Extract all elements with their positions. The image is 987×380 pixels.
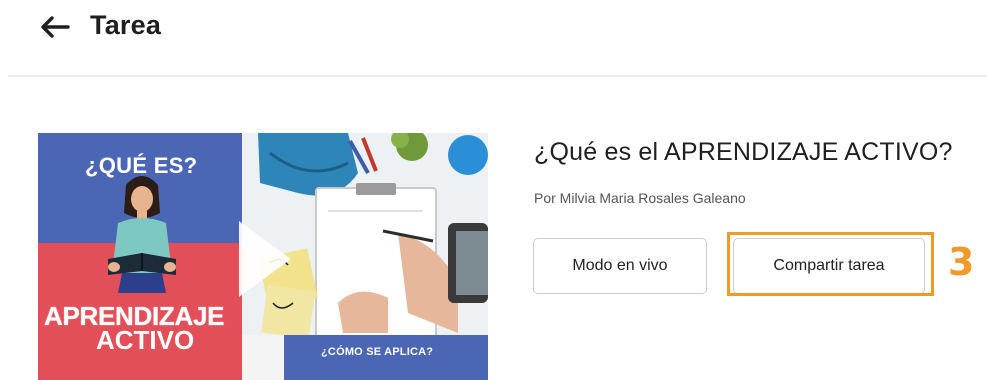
- live-mode-button[interactable]: Modo en vivo: [533, 238, 707, 294]
- arrow-left-icon: [41, 16, 70, 38]
- page-header: Tarea: [0, 0, 987, 77]
- header-divider: [8, 75, 987, 77]
- step-number-label: 3: [948, 240, 975, 284]
- page-title: Tarea: [90, 10, 162, 40]
- highlight-box: [727, 232, 934, 296]
- lesson-title: ¿Qué es el APRENDIZAJE ACTIVO?: [534, 138, 953, 166]
- thumbnail-title-line2: ACTIVO: [96, 325, 195, 355]
- thumbnail-subtitle: ¿CÓMO SE APLICA?: [321, 346, 434, 358]
- thumbnail-heading: ¿QUÉ ES?: [85, 153, 198, 178]
- play-icon[interactable]: [235, 219, 293, 299]
- lesson-author: Por Milvia Maria Rosales Galeano: [534, 190, 746, 206]
- back-button[interactable]: [40, 12, 74, 42]
- lesson-thumbnail[interactable]: ¿QUÉ ES? APRENDIZAJE ACTIVO ¿CÓMO SE APL…: [38, 133, 488, 380]
